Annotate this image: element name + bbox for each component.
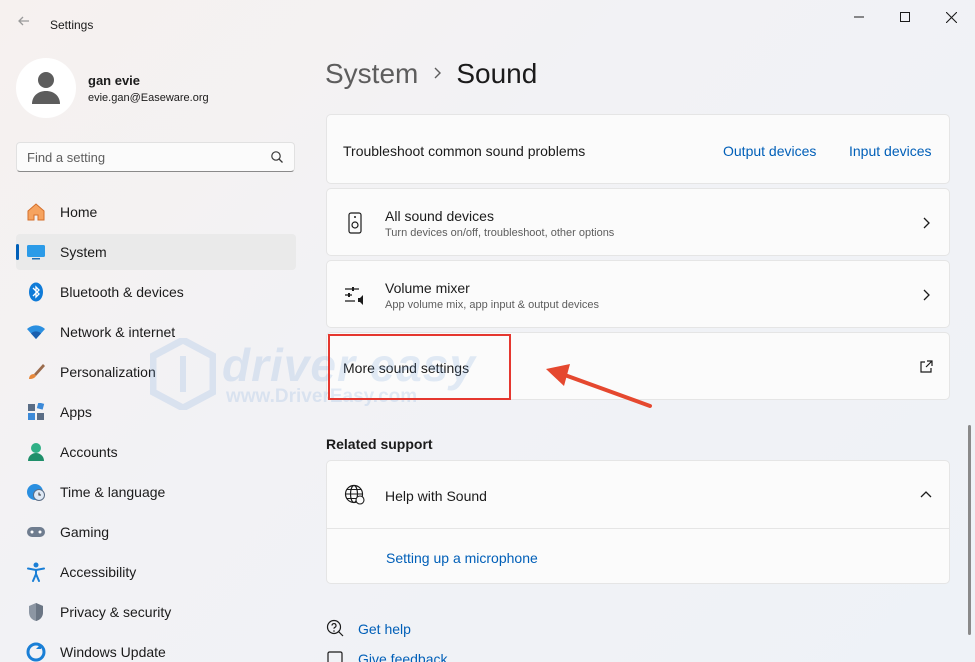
external-link-icon (920, 360, 933, 373)
sidebar-item-label: Network & internet (60, 324, 176, 340)
help-with-sound-header[interactable]: Help with Sound (327, 461, 949, 529)
annotation-arrow-icon (546, 364, 652, 408)
sidebar-item-privacy[interactable]: Privacy & security (16, 594, 296, 630)
sidebar-item-personalization[interactable]: Personalization (16, 354, 296, 390)
volume-mixer-title: Volume mixer (385, 280, 470, 296)
troubleshoot-label: Troubleshoot common sound problems (343, 143, 586, 159)
chevron-right-icon (923, 289, 930, 301)
volume-mixer-card[interactable]: Volume mixer App volume mix, app input &… (326, 260, 950, 328)
sidebar-item-apps[interactable]: Apps (16, 394, 296, 430)
sidebar-item-accounts[interactable]: Accounts (16, 434, 296, 470)
search-box[interactable] (16, 142, 295, 172)
bluetooth-icon (26, 282, 46, 302)
give-feedback-link[interactable]: Give feedback (358, 651, 448, 662)
globe-clock-icon (26, 482, 46, 502)
help-with-sound-card: Help with Sound Setting up a microphone (326, 460, 950, 584)
sidebar-item-accessibility[interactable]: Accessibility (16, 554, 296, 590)
system-icon (26, 242, 46, 262)
minimize-button[interactable] (844, 6, 874, 28)
troubleshoot-card: Troubleshoot common sound problems Outpu… (326, 114, 950, 184)
related-support-heading: Related support (326, 436, 433, 452)
maximize-button[interactable] (890, 6, 920, 28)
sidebar-item-bluetooth[interactable]: Bluetooth & devices (16, 274, 296, 310)
user-name: gan evie (88, 73, 141, 88)
gamepad-icon (26, 522, 46, 542)
scrollbar-thumb[interactable] (968, 425, 971, 635)
help-with-sound-title: Help with Sound (385, 488, 487, 504)
sidebar-item-label: System (60, 244, 107, 260)
chevron-up-icon[interactable] (919, 488, 933, 502)
input-devices-link[interactable]: Input devices (849, 143, 932, 159)
sidebar-item-label: Personalization (60, 364, 156, 380)
sidebar-item-label: Apps (60, 404, 92, 420)
app-title: Settings (50, 18, 94, 32)
get-help-link[interactable]: Get help (358, 621, 411, 637)
sidebar-item-label: Time & language (60, 484, 166, 500)
speaker-icon (343, 211, 367, 235)
brush-icon (26, 362, 46, 382)
title-bar: Settings (0, 0, 975, 48)
sidebar-item-label: Accounts (60, 444, 118, 460)
chevron-right-icon (432, 64, 442, 85)
sidebar-item-label: Privacy & security (60, 604, 172, 620)
globe-icon (343, 483, 367, 507)
volume-mixer-subtitle: App volume mix, app input & output devic… (385, 299, 600, 311)
accessibility-icon (26, 562, 46, 582)
close-button[interactable] (936, 6, 966, 28)
sidebar-item-system[interactable]: System (16, 234, 296, 270)
volume-mixer-icon (343, 283, 367, 307)
sidebar-item-network[interactable]: Network & internet (16, 314, 296, 350)
home-icon (26, 202, 46, 222)
settings-window: Settings gan evie evie.gan@Easeware.org (0, 0, 975, 662)
all-sound-devices-title: All sound devices (385, 208, 494, 224)
chevron-right-icon (923, 217, 930, 229)
shield-icon (26, 602, 46, 622)
breadcrumb-parent[interactable]: System (325, 58, 418, 90)
output-devices-link[interactable]: Output devices (723, 143, 816, 159)
give-feedback-icon (327, 651, 343, 662)
user-email: evie.gan@Easeware.org (88, 92, 209, 104)
sidebar-item-label: Windows Update (60, 644, 166, 660)
sidebar-item-windows-update[interactable]: Windows Update (16, 634, 296, 662)
accounts-icon (26, 442, 46, 462)
avatar[interactable] (16, 58, 76, 118)
sidebar-item-time-language[interactable]: Time & language (16, 474, 296, 510)
sidebar-item-label: Accessibility (60, 564, 137, 580)
search-icon[interactable] (270, 150, 284, 164)
sidebar-item-label: Home (60, 204, 98, 220)
wifi-icon (26, 322, 46, 342)
all-sound-devices-card[interactable]: All sound devices Turn devices on/off, t… (326, 188, 950, 256)
apps-icon (26, 402, 46, 422)
page-title: Sound (456, 58, 538, 89)
sidebar-item-label: Gaming (60, 524, 110, 540)
sidebar-item-gaming[interactable]: Gaming (16, 514, 296, 550)
highlight-box (328, 334, 511, 400)
user-avatar-icon (32, 72, 60, 104)
search-input[interactable] (27, 150, 257, 165)
sidebar-item-home[interactable]: Home (16, 194, 296, 230)
back-arrow-icon[interactable] (12, 12, 36, 36)
breadcrumb: System Sound (325, 58, 537, 90)
get-help-icon (326, 619, 344, 637)
sidebar-nav: Home System Bluetooth & devices Network … (16, 194, 296, 662)
update-icon (26, 642, 46, 662)
all-sound-devices-subtitle: Turn devices on/off, troubleshoot, other… (385, 227, 615, 239)
sidebar-item-label: Bluetooth & devices (60, 284, 184, 300)
setting-up-microphone-link[interactable]: Setting up a microphone (386, 550, 538, 566)
